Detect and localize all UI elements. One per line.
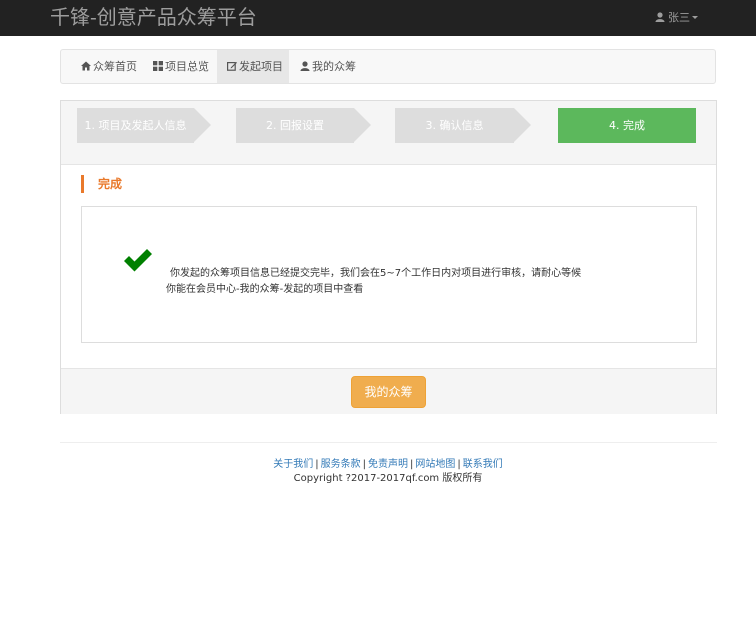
user-menu[interactable]: 张三 <box>655 10 698 26</box>
step-label: 1. 项目及发起人信息 <box>84 119 187 132</box>
tab-label: 发起项目 <box>239 60 283 73</box>
tab-my-crowdfunding[interactable]: 我的众筹 <box>300 50 356 83</box>
check-icon <box>123 247 153 276</box>
home-icon <box>81 60 93 73</box>
progress-steps: 1. 项目及发起人信息 2. 回报设置 3. 确认信息 4. 完成 <box>61 101 716 165</box>
top-navbar: 千锋-创意产品众筹平台 张三 <box>0 0 756 36</box>
footer-links: 关于我们 | 服务条款 | 免责声明 | 网站地图 | 联系我们 <box>0 455 756 470</box>
main-nav: 众筹首页 项目总览 发起项目 我的众筹 <box>60 49 716 84</box>
success-hint: 你能在会员中心-我的众筹-发起的项目中查看 <box>166 284 364 295</box>
step-label: 3. 确认信息 <box>425 119 484 132</box>
user-name: 张三 <box>668 11 690 24</box>
section-title: 完成 <box>81 175 122 193</box>
tab-label: 我的众筹 <box>312 60 356 73</box>
step-label: 2. 回报设置 <box>266 119 324 132</box>
step-label: 4. 完成 <box>609 119 645 132</box>
grid-icon <box>153 60 165 73</box>
chevron-down-icon <box>692 16 698 19</box>
tab-label: 项目总览 <box>165 60 209 73</box>
tab-overview[interactable]: 项目总览 <box>153 50 209 83</box>
edit-icon <box>227 60 239 73</box>
panel-footer: 我的众筹 <box>61 368 716 414</box>
tab-home[interactable]: 众筹首页 <box>81 50 137 83</box>
result-box: 你发起的众筹项目信息已经提交完毕，我们会在5~7个工作日内对项目进行审核，请耐心… <box>81 206 697 343</box>
footer-divider <box>60 442 717 443</box>
copyright: Copyright ?2017-2017qf.com 版权所有 <box>293 473 483 484</box>
success-message: 你发起的众筹项目信息已经提交完毕，我们会在5~7个工作日内对项目进行审核，请耐心… <box>170 268 582 279</box>
main-panel: 1. 项目及发起人信息 2. 回报设置 3. 确认信息 4. 完成 完成 你发起… <box>60 100 717 414</box>
user-icon <box>300 60 312 73</box>
brand-title[interactable]: 千锋-创意产品众筹平台 <box>50 4 257 30</box>
tab-label: 众筹首页 <box>93 60 137 73</box>
tab-launch-project[interactable]: 发起项目 <box>217 50 289 83</box>
user-icon <box>655 11 669 24</box>
my-crowdfunding-button[interactable]: 我的众筹 <box>351 376 426 408</box>
